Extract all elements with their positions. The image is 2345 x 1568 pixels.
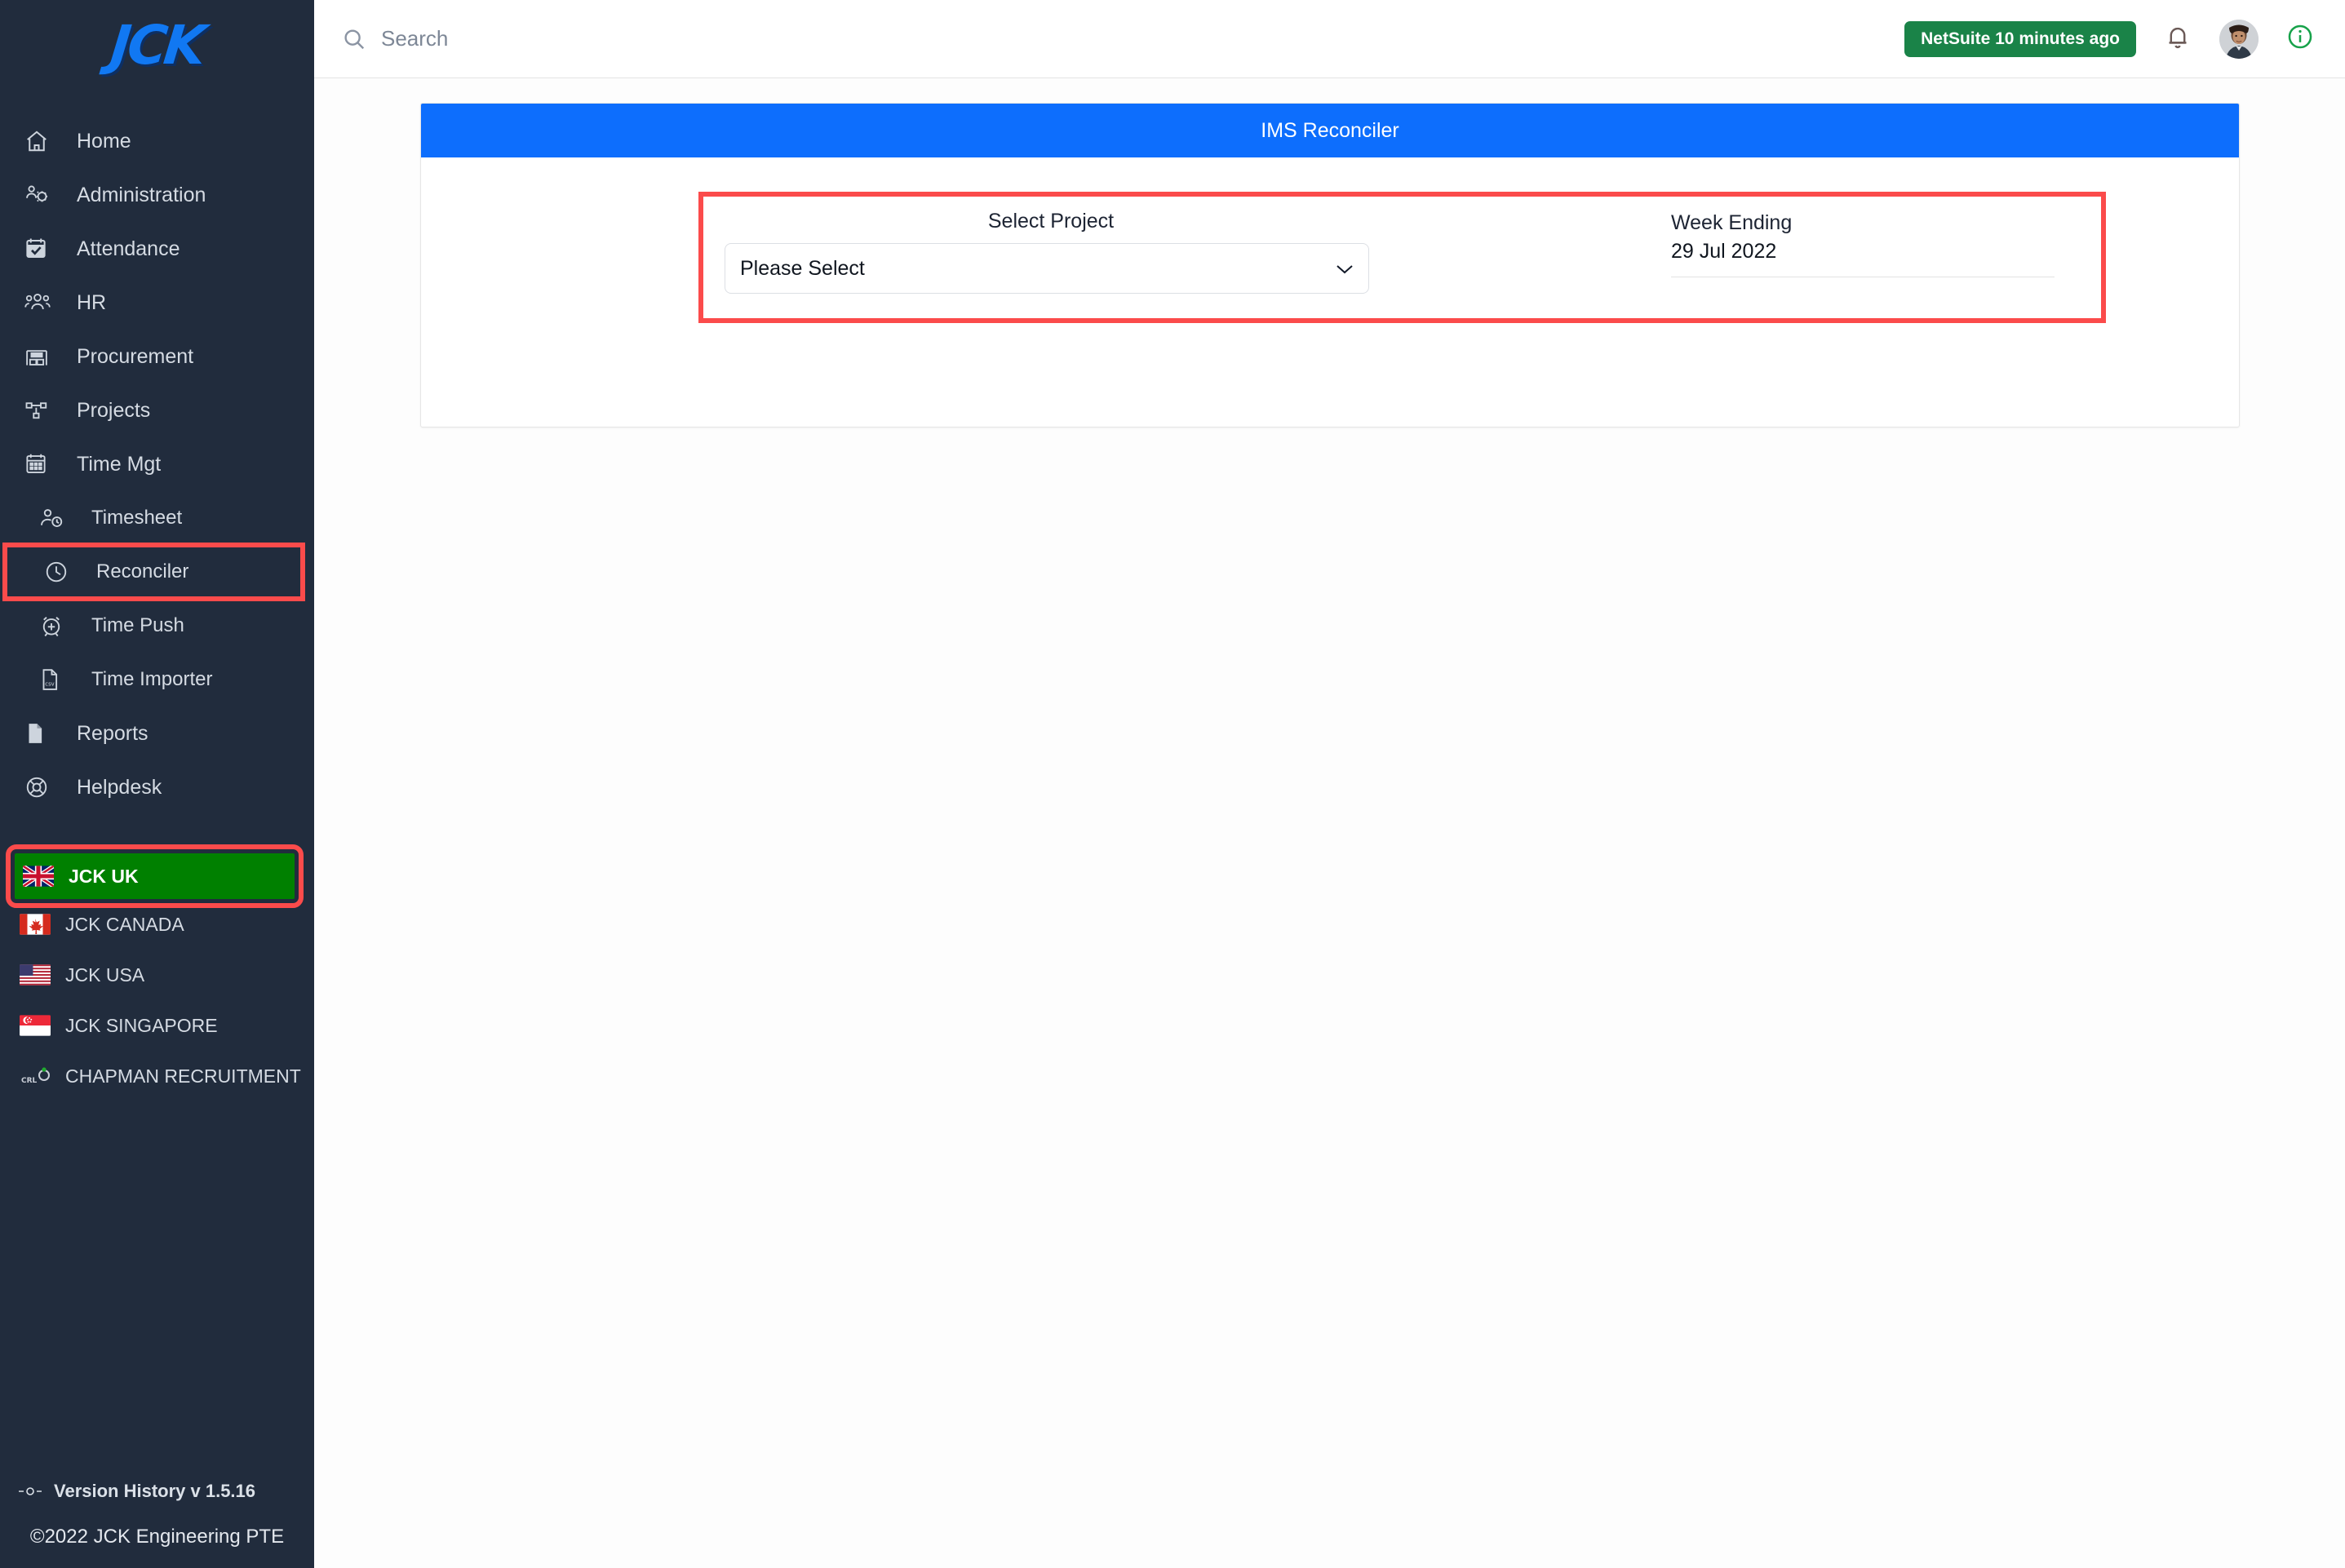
sidebar-item-label: Time Push [91,614,184,636]
sidebar-item-label: Home [77,129,131,153]
country-item-jck-uk[interactable]: JCK UK [6,844,304,908]
main-area: NetSuite 10 minutes ago [314,0,2345,1568]
topbar-actions: NetSuite 10 minutes ago [1904,19,2314,59]
sidebar-item-procurement[interactable]: Procurement [0,330,314,383]
sidebar-item-attendance[interactable]: Attendance [0,222,314,276]
select-project-value: Please Select [740,256,865,280]
netsuite-status-badge[interactable]: NetSuite 10 minutes ago [1904,20,2136,57]
sidebar-item-label: Time Mgt [77,452,162,476]
version-node-icon [18,1484,42,1499]
chevron-down-icon [1336,257,1354,281]
sidebar-item-reconciler[interactable]: Reconciler [2,543,305,601]
admin-users-gear-icon [24,181,60,209]
sidebar-item-timesheet[interactable]: Timesheet [0,491,314,545]
user-avatar[interactable] [2219,19,2259,59]
card-title: IMS Reconciler [421,104,2239,157]
search-box[interactable] [342,26,1904,51]
ims-reconciler-card: IMS Reconciler Select Project Please Sel… [420,103,2240,427]
search-input[interactable] [381,26,805,51]
sidebar-item-label: Reconciler [96,560,189,582]
app-root: JCK Home Administration Attendance HR Pr… [0,0,2345,1568]
crl-logo-icon: CRL [20,1065,51,1087]
country-label: JCK USA [65,963,145,986]
sidebar-footer: Version History v 1.5.16 ©2022 JCK Engin… [0,1468,314,1568]
sidebar-item-administration[interactable]: Administration [0,168,314,222]
calendar-grid-icon [24,450,60,478]
sidebar-item-label: Administration [77,183,206,206]
svg-text:csv: csv [45,681,54,688]
home-icon [24,127,60,155]
filter-form-row: Select Project Please Select Week Ending… [698,192,2106,323]
sidebar-item-hr[interactable]: HR [0,276,314,330]
sidebar-item-label: Timesheet [91,507,183,529]
logo-text: JCK [108,13,206,77]
copyright-text: ©2022 JCK Engineering PTE [29,1526,285,1548]
sidebar-item-label: Projects [77,398,151,422]
user-clock-icon [39,504,75,532]
card-body: Select Project Please Select Week Ending… [421,157,2239,427]
sitemap-icon [24,396,60,424]
calendar-check-icon [24,235,60,263]
alarm-plus-icon [39,612,75,640]
uk-flag-icon [23,866,54,887]
select-project-field: Select Project Please Select [725,210,1377,294]
clock-icon [44,558,80,586]
sidebar-item-home[interactable]: Home [0,114,314,168]
sidebar-item-label: Attendance [77,237,180,260]
notification-bell-icon[interactable] [2164,23,2192,55]
singapore-flag-icon [20,1015,51,1036]
warehouse-icon [24,343,60,370]
content-area: IMS Reconciler Select Project Please Sel… [314,78,2345,1568]
sidebar-item-label: Reports [77,721,149,745]
select-project-wrapper: Please Select [725,243,1377,294]
usa-flag-icon [20,964,51,986]
country-label: JCK CANADA [65,913,184,935]
country-label: JCK SINGAPORE [65,1014,218,1036]
canada-flag-icon [20,914,51,935]
select-project-dropdown[interactable]: Please Select [725,243,1369,294]
search-icon [342,27,366,51]
country-label: JCK UK [69,865,139,887]
topbar: NetSuite 10 minutes ago [314,0,2345,78]
sidebar-item-label: Time Importer [91,668,213,690]
week-ending-field: Week Ending 29 Jul 2022 [1671,210,2071,277]
country-item-jck-singapore[interactable]: JCK SINGAPORE [0,1000,314,1051]
version-label: Version History v 1.5.16 [54,1481,256,1501]
sidebar-item-time-mgt[interactable]: Time Mgt [0,437,314,491]
week-ending-value[interactable]: 29 Jul 2022 [1671,240,2055,277]
svg-text:CRL: CRL [21,1077,38,1085]
sidebar-item-projects[interactable]: Projects [0,383,314,437]
select-project-label: Select Project [987,210,1115,233]
people-group-icon [24,289,60,317]
sidebar-item-label: Helpdesk [77,775,162,799]
brand-logo[interactable]: JCK [0,0,314,82]
document-icon [24,720,60,747]
sidebar-item-label: HR [77,290,107,314]
country-item-jck-canada[interactable]: JCK CANADA [0,899,314,950]
country-item-jck-usa[interactable]: JCK USA [0,950,314,1000]
sidebar-nav: Home Administration Attendance HR Procur… [0,114,314,814]
lifebuoy-icon [24,773,60,801]
week-ending-label: Week Ending [1671,211,1793,234]
sidebar-item-time-importer[interactable]: csv Time Importer [0,653,314,706]
sidebar-item-label: Procurement [77,344,194,368]
country-item-chapman-recruitment[interactable]: CRL CHAPMAN RECRUITMENT [0,1051,314,1101]
sidebar-item-reports[interactable]: Reports [0,706,314,760]
country-label: CHAPMAN RECRUITMENT [65,1065,301,1087]
sidebar-item-time-push[interactable]: Time Push [0,599,314,653]
version-history-link[interactable]: Version History v 1.5.16 [0,1468,314,1514]
sidebar: JCK Home Administration Attendance HR Pr… [0,0,314,1568]
country-switcher: JCK UK JCK CANADA JCK USA JCK SINGAPORE [0,844,314,1101]
csv-file-icon: csv [39,666,75,693]
sidebar-item-helpdesk[interactable]: Helpdesk [0,760,314,814]
info-icon[interactable] [2286,23,2314,55]
